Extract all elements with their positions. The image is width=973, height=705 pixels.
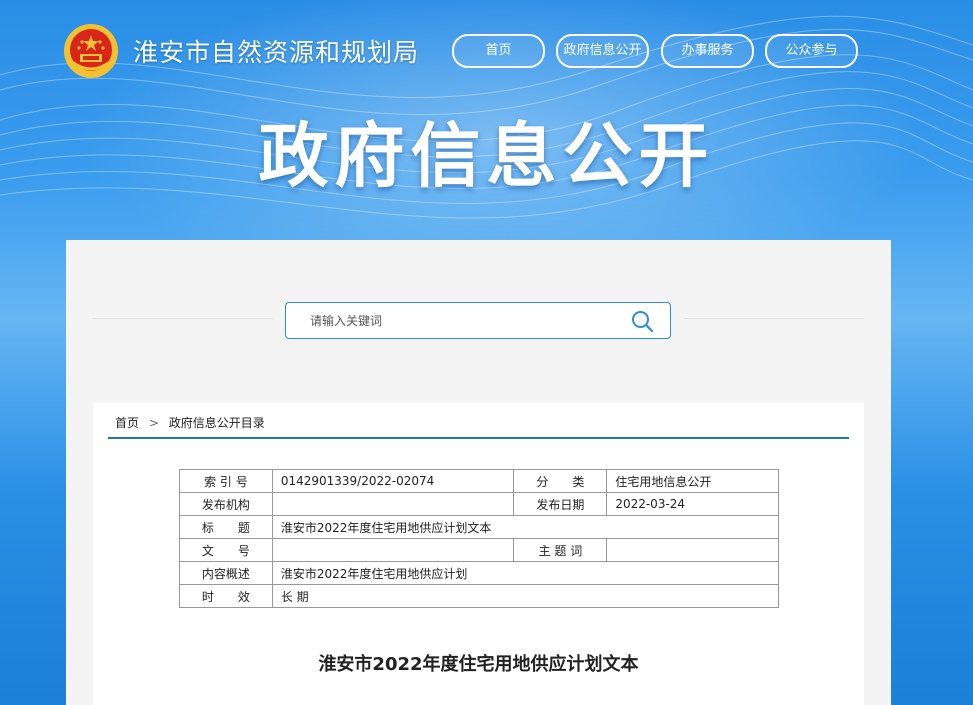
table-row: 内容概述 淮安市2022年度住宅用地供应计划: [179, 561, 780, 585]
hero-title: 政府信息公开: [258, 115, 715, 197]
table-row: 发布机构 发布日期 2022-03-24: [179, 492, 779, 516]
summary-value: 淮安市2022年度住宅用地供应计划: [271, 561, 780, 585]
breadcrumb-separator: >: [148, 416, 159, 430]
docno-label: 文 号: [179, 538, 273, 562]
site-title[interactable]: 淮安市自然资源和规划局: [133, 33, 419, 69]
document-title: 淮安市2022年度住宅用地供应计划文本: [318, 654, 639, 675]
content-area: 首页 > 政府信息公开目录 索 引 号 0142901339/2022-0207…: [93, 403, 864, 705]
category-value: 住宅用地信息公开: [606, 469, 779, 493]
breadcrumb: 首页 > 政府信息公开目录: [115, 414, 265, 431]
docno-value: [271, 538, 515, 562]
metadata-table: 索 引 号 0142901339/2022-02074 分 类 住宅用地信息公开…: [179, 469, 780, 608]
issuer-value: [271, 492, 515, 516]
category-label: 分 类: [513, 469, 608, 493]
index-label: 索 引 号: [179, 469, 273, 493]
breadcrumb-rule: [108, 437, 849, 439]
main-panel: 首页 > 政府信息公开目录 索 引 号 0142901339/2022-0207…: [66, 240, 891, 705]
search-box: [285, 302, 671, 339]
table-row: 文 号 主 题 词: [179, 538, 779, 562]
nav-gov-info-button[interactable]: 政府信息公开: [556, 34, 649, 68]
index-value: 0142901339/2022-02074: [271, 469, 515, 493]
validity-value: 长 期: [271, 584, 780, 608]
search-divider-left: [93, 318, 273, 319]
table-row: 索 引 号 0142901339/2022-02074 分 类 住宅用地信息公开: [179, 469, 779, 493]
search-divider-right: [684, 318, 864, 319]
date-label: 发布日期: [513, 492, 608, 516]
validity-label: 时 效: [179, 584, 273, 608]
table-row: 时 效 长 期: [179, 584, 780, 608]
subject-value: [606, 538, 779, 562]
nav-services-button[interactable]: 办事服务: [661, 34, 754, 68]
breadcrumb-current-link[interactable]: 政府信息公开目录: [169, 414, 265, 431]
summary-label: 内容概述: [179, 561, 273, 585]
title-value: 淮安市2022年度住宅用地供应计划文本: [271, 515, 780, 539]
subject-label: 主 题 词: [513, 538, 608, 562]
table-row: 标 题 淮安市2022年度住宅用地供应计划文本: [179, 515, 780, 539]
date-value: 2022-03-24: [606, 492, 779, 516]
breadcrumb-home-link[interactable]: 首页: [115, 414, 139, 431]
nav-home-button[interactable]: 首页: [452, 34, 545, 68]
title-label: 标 题: [179, 515, 273, 539]
national-emblem-icon[interactable]: [62, 22, 120, 80]
nav-participation-button[interactable]: 公众参与: [765, 34, 858, 68]
search-input[interactable]: [308, 310, 612, 332]
issuer-label: 发布机构: [179, 492, 273, 516]
search-icon[interactable]: [630, 309, 654, 333]
